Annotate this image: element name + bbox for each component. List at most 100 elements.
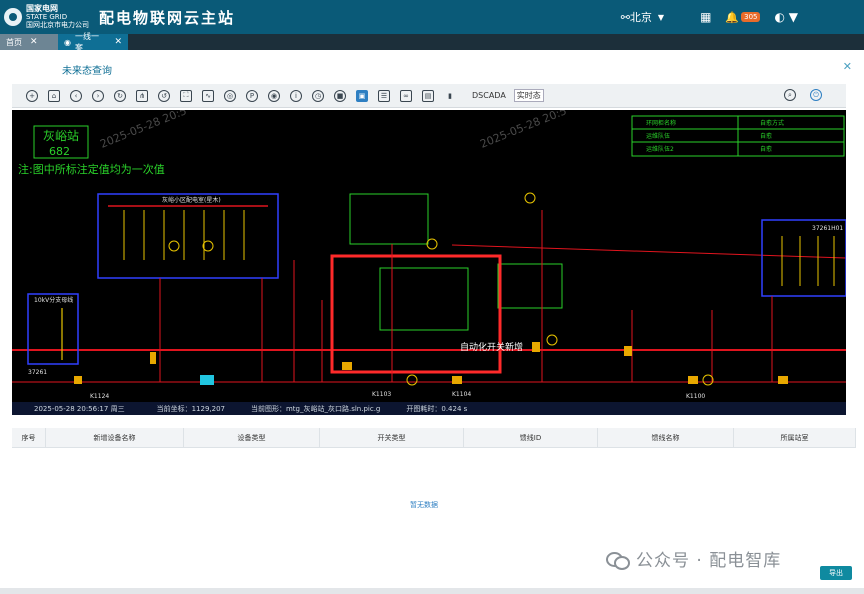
- layer-icon[interactable]: ▣: [356, 89, 368, 102]
- diagram-status-bar: 2025-05-28 20:56:17 周三 当前坐标：1129,207 当前图…: [12, 402, 846, 415]
- logo-line1: 国家电网: [26, 4, 58, 13]
- notification-badge: 305: [741, 12, 761, 22]
- legend-r2c0: 运维队伍2: [646, 145, 674, 153]
- new-automation-switch-highlight: [330, 254, 502, 374]
- col-device-type: 设备类型: [184, 428, 320, 447]
- search-icon[interactable]: ⌕: [784, 89, 796, 101]
- tab-home-label: 首页: [6, 37, 22, 47]
- bottom-label-1: K1124: [90, 393, 109, 400]
- forward-icon[interactable]: ›: [92, 89, 104, 102]
- col-index: 序号: [12, 428, 46, 447]
- tenkv-box-title: 10kV分支母线: [34, 296, 73, 304]
- trace-icon[interactable]: ∿: [202, 89, 214, 102]
- table-header: 序号 新增设备名称 设备类型 开关类型 馈线ID 馈线名称 所属站室: [12, 428, 856, 448]
- bottom-bar: [0, 588, 864, 594]
- table-icon[interactable]: ☰: [378, 89, 390, 102]
- bar-chart-icon[interactable]: ▮: [444, 90, 456, 102]
- right-box-switches: [781, 236, 835, 286]
- refresh-icon[interactable]: ↻: [114, 89, 126, 102]
- bottom-label-3: K1104: [452, 391, 471, 398]
- legend-r1c1: 自愈: [760, 132, 772, 140]
- distribution-room-title: 灰峪小区配电室(星木): [162, 196, 221, 204]
- stop-icon[interactable]: ■: [334, 89, 346, 102]
- tab-home[interactable]: 首页 ✕: [0, 34, 58, 50]
- bottom-label-2: K1100: [686, 393, 705, 400]
- zoom-in-icon[interactable]: +: [26, 89, 38, 102]
- app-window: 国家电网 STATE GRID 国网北京市电力公司 配电物联网云主站 ⚯ 北京 …: [0, 0, 864, 594]
- legend-r0c1: 自愈方式: [760, 119, 784, 127]
- chevron-down-icon: ▼: [657, 12, 665, 22]
- right-box-id: 37261H01: [812, 225, 843, 232]
- diagram-toolbar: + ⌂ ‹ › ↻ ⋔ ↺ ⛶ ∿ ◎ P ◉ i ◷ ■ ▣ ☰ ∞ ▤ ▮ …: [12, 84, 846, 108]
- back-icon[interactable]: ‹: [70, 89, 82, 102]
- link-icon[interactable]: ∞: [400, 89, 412, 102]
- empty-table-message: 暂无数据: [410, 501, 438, 509]
- diagram-note: 注:图中所标注定值均为一次值: [18, 162, 165, 176]
- branch-line: [451, 244, 846, 259]
- station-id: 682: [49, 145, 70, 158]
- col-device-name: 新增设备名称: [46, 428, 184, 447]
- home-icon[interactable]: ⌂: [48, 89, 60, 102]
- logo-line2: STATE GRID: [26, 13, 68, 21]
- legend-r1c0: 运维队伍: [646, 132, 670, 140]
- ring-main-unit-1: [349, 193, 429, 245]
- apps-grid-icon[interactable]: ▦: [700, 10, 711, 24]
- timestamp-watermark: 2025-05-28 20:5: [98, 110, 188, 151]
- wechat-watermark: 公众号 · 配电智库: [606, 546, 781, 571]
- legend-r2c1: 自愈: [760, 145, 772, 153]
- fit-screen-icon[interactable]: ⛶: [180, 89, 192, 102]
- export-image-icon[interactable]: ▤: [422, 89, 434, 102]
- state-grid-logo: 国家电网 STATE GRID 国网北京市电力公司: [4, 5, 89, 29]
- export-button[interactable]: 导出: [820, 566, 852, 580]
- breaker-circles: [406, 192, 714, 386]
- city-label: 北京: [629, 11, 652, 24]
- app-title: 配电物联网云主站: [99, 8, 236, 27]
- switch-markers: [74, 342, 788, 384]
- legend-r0c0: 环网柜名称: [646, 119, 676, 127]
- panel-close-icon[interactable]: ✕: [843, 60, 852, 73]
- cyan-switch: [200, 375, 214, 385]
- clock-icon[interactable]: ◷: [312, 89, 324, 102]
- logo-line3: 国网北京市电力公司: [26, 21, 89, 29]
- topology-icon[interactable]: ⋔: [136, 89, 148, 102]
- tenkv-branch-box: [27, 293, 79, 365]
- vertical-feeders: [159, 210, 773, 382]
- close-icon[interactable]: ✕: [114, 37, 122, 47]
- watermark-text: 公众号 · 配电智库: [636, 551, 782, 571]
- tab-bar: 首页 ✕ ◉ 一线一案 ✕: [0, 32, 864, 52]
- diagram-svg: 灰峪站 682 注:图中所标注定值均为一次值 2025-05-28 20:5 2…: [12, 110, 846, 400]
- info-icon[interactable]: i: [290, 89, 302, 102]
- export-label: 导出: [829, 569, 843, 577]
- panel-title: 未来态查询: [62, 66, 112, 77]
- mode-select[interactable]: 实时态: [513, 89, 544, 102]
- col-feeder-id: 馈线ID: [464, 428, 598, 447]
- locate-icon[interactable]: ◎: [224, 89, 236, 102]
- top-header: 国家电网 STATE GRID 国网北京市电力公司 配电物联网云主站 ⚯ 北京 …: [0, 0, 864, 34]
- close-icon[interactable]: ✕: [30, 37, 38, 47]
- bottom-label-4: K1103: [372, 391, 391, 398]
- highlight-annotation: 自动化开关新增: [460, 341, 523, 353]
- status-datetime: 2025-05-28 20:56:17 周三: [34, 404, 125, 413]
- power-icon[interactable]: ⏻: [810, 89, 822, 101]
- bell-icon: 🔔: [725, 10, 740, 24]
- user-icon: ⚯: [620, 10, 630, 24]
- single-line-diagram[interactable]: 灰峪站 682 注:图中所标注定值均为一次值 2025-05-28 20:5 2…: [12, 110, 846, 402]
- dscada-label[interactable]: DSCADA: [472, 91, 506, 100]
- target-icon[interactable]: ◉: [268, 89, 280, 102]
- status-coords: 当前坐标：1129,207: [156, 404, 225, 413]
- notification-button[interactable]: 🔔 305: [725, 11, 774, 24]
- status-load-time: 开图耗时：0.424 s: [406, 404, 468, 413]
- rotate-icon[interactable]: ↺: [158, 89, 170, 102]
- status-graphic: 当前图形：mtg_灰峪站_灰口路.sln.pic.g: [250, 404, 381, 413]
- state-grid-emblem-icon: [4, 8, 22, 26]
- city-selector[interactable]: ⚯ 北京 ▼: [621, 9, 664, 25]
- timestamp-watermark-2: 2025-05-28 20:5: [478, 110, 568, 151]
- col-switch-type: 开关类型: [320, 428, 464, 447]
- col-feeder-name: 馈线名称: [598, 428, 734, 447]
- globe-icon: ◉: [64, 37, 71, 47]
- theme-palette-icon[interactable]: ◐ ▼: [774, 10, 798, 24]
- pin-icon[interactable]: P: [246, 89, 258, 102]
- station-name: 灰峪站: [43, 129, 79, 143]
- new-device-table: 序号 新增设备名称 设备类型 开关类型 馈线ID 馈线名称 所属站室: [12, 428, 856, 448]
- tab-one-line-one-plan[interactable]: ◉ 一线一案 ✕: [58, 32, 128, 52]
